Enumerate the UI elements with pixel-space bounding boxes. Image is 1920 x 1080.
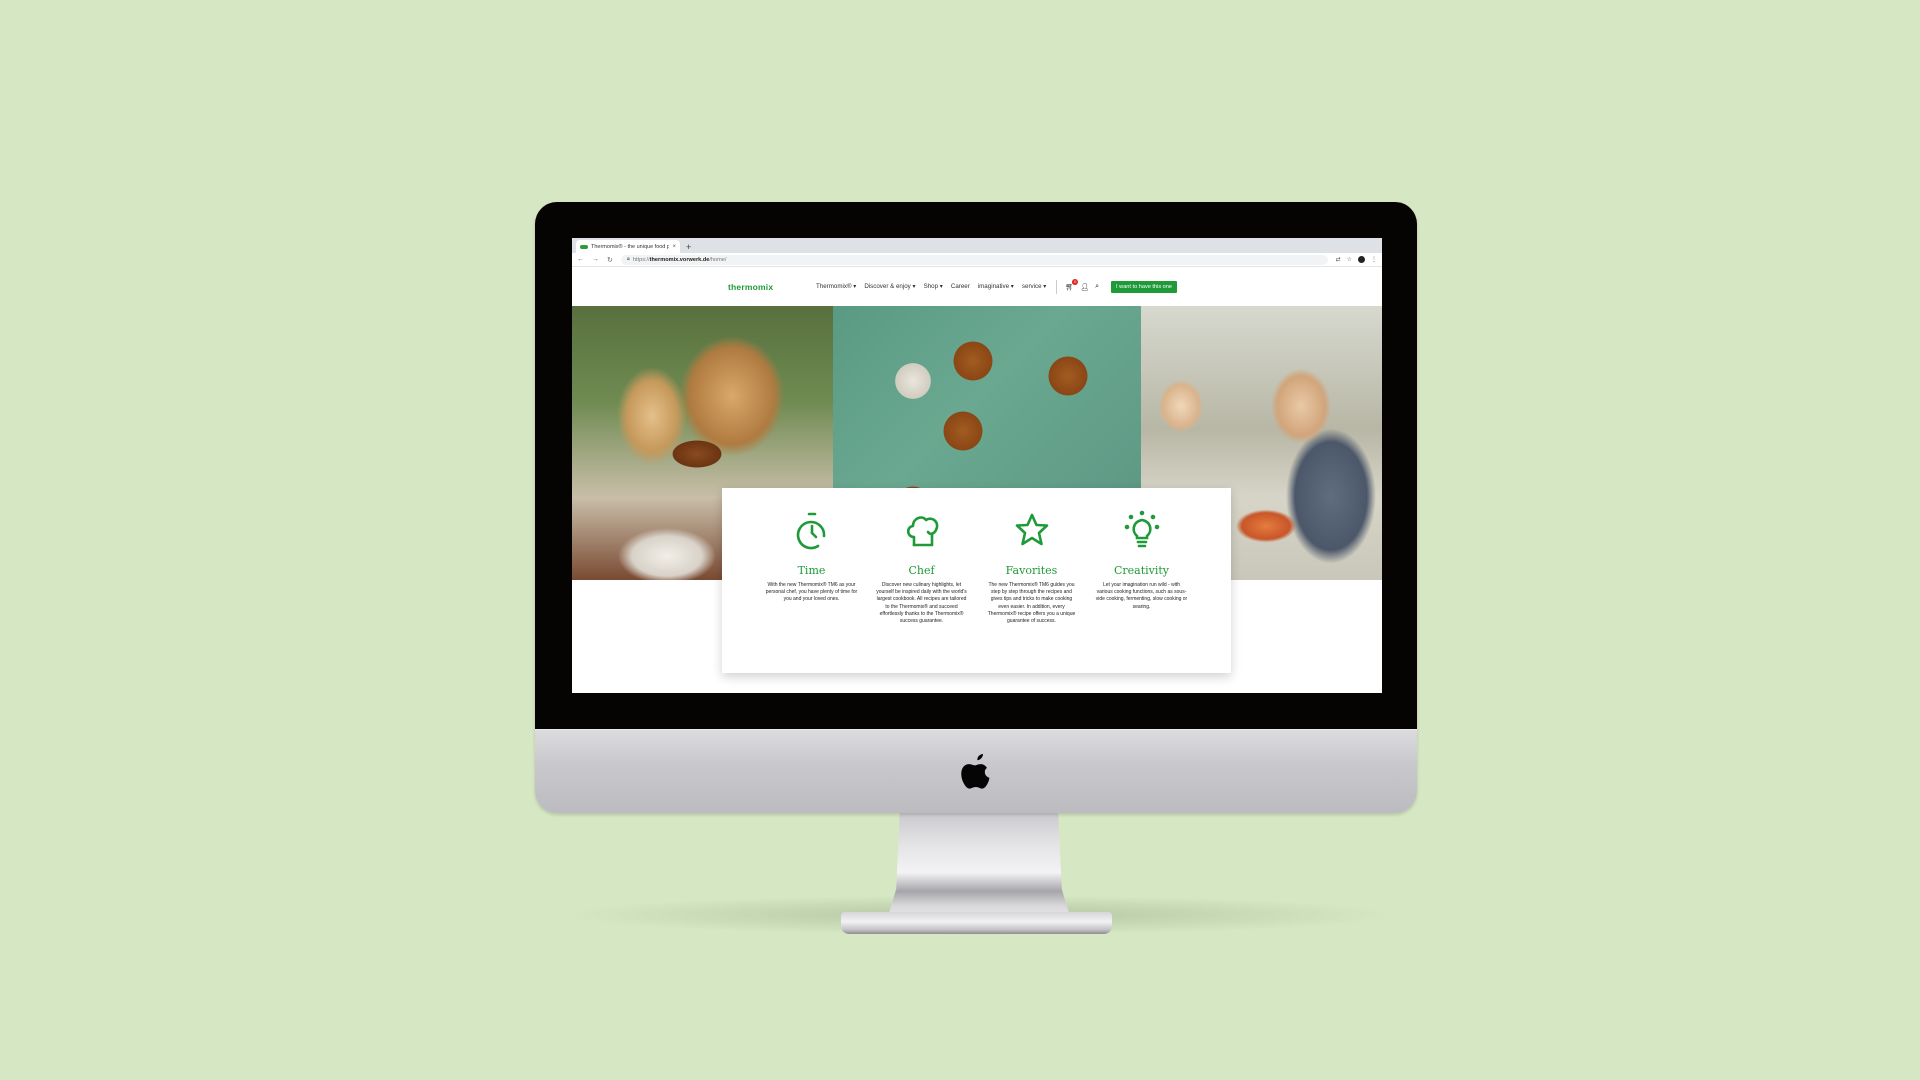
back-arrow-icon[interactable]: ← — [577, 256, 584, 263]
feature-title: Favorites — [1005, 564, 1058, 577]
user-icon[interactable]: 👤︎ — [1080, 283, 1089, 291]
browser-tab-bar: Thermomix® - the unique food processor ×… — [572, 238, 1382, 253]
lock-icon: 🔒︎ — [626, 256, 630, 262]
feature-text: Discover new culinary highlights, let yo… — [876, 582, 967, 625]
nav-shop[interactable]: Shop ▾ — [924, 283, 943, 290]
main-nav: Thermomix® ▾ Discover & enjoy ▾ Shop ▾ C… — [816, 283, 1046, 290]
url-input[interactable]: 🔒︎ https://thermomix.vorwerk.de/home/ — [620, 254, 1328, 265]
feature-creativity: Creativity Let your imagination run wild… — [1087, 510, 1197, 673]
star-icon — [1015, 513, 1048, 546]
tab-title: Thermomix® - the unique food processor — [591, 243, 670, 250]
feature-text: The new Thermomix® TM6 guides you step b… — [987, 582, 1076, 625]
feature-time: Time With the new Thermomix® TM6 as your… — [757, 510, 867, 673]
thermomix-favicon-icon — [580, 244, 588, 249]
new-tab-button[interactable]: + — [686, 241, 691, 253]
translate-icon[interactable]: ⇄ — [1336, 256, 1341, 263]
close-tab-icon[interactable]: × — [672, 244, 676, 250]
nav-thermomix[interactable]: Thermomix® ▾ — [816, 283, 856, 290]
apple-logo-icon — [961, 754, 990, 789]
cart-icon[interactable]: 🛒︎ 0 — [1065, 278, 1079, 291]
forward-arrow-icon[interactable]: → — [592, 256, 599, 263]
thermomix-logo[interactable]: thermomix — [728, 282, 816, 292]
nav-career[interactable]: Career — [951, 283, 970, 290]
bookmark-star-icon[interactable]: ☆ — [1347, 256, 1352, 263]
browser-tab[interactable]: Thermomix® - the unique food processor × — [576, 240, 680, 253]
cta-button[interactable]: I want to have this one — [1111, 280, 1178, 293]
nav-imaginative[interactable]: imaginative ▾ — [978, 283, 1014, 290]
browser-window: Thermomix® - the unique food processor ×… — [572, 238, 1382, 693]
nav-discover-enjoy[interactable]: Discover & enjoy ▾ — [864, 283, 915, 290]
url-path: /home/ — [709, 256, 727, 263]
url-host: thermomix.vorwerk.de — [649, 256, 710, 263]
nav-service[interactable]: service ▾ — [1022, 283, 1046, 290]
lightbulb-icon — [1124, 510, 1159, 548]
feature-favorites: Favorites The new Thermomix® TM6 guides … — [977, 510, 1087, 673]
kebab-menu-icon[interactable]: ⋮ — [1371, 256, 1377, 263]
chef-hat-icon — [906, 516, 938, 547]
feature-text: Let your imagination run wild - with var… — [1095, 582, 1188, 610]
feature-title: Time — [797, 564, 826, 577]
cart-count-badge: 0 — [1072, 278, 1079, 285]
url-scheme: https:// — [632, 256, 650, 263]
stopwatch-icon — [796, 512, 825, 550]
imac-stand — [889, 812, 1069, 922]
imac-stand-base — [841, 912, 1112, 934]
feature-text: With the new Thermomix® TM6 as your pers… — [765, 582, 858, 603]
feature-chef: Chef Discover new culinary highlights, l… — [867, 510, 977, 673]
profile-avatar-icon[interactable] — [1358, 256, 1365, 263]
address-bar-row: ← → ↻ 🔒︎ https://thermomix.vorwerk.de/ho… — [572, 253, 1382, 267]
search-icon[interactable]: ⌕ — [1095, 283, 1099, 291]
features-card: Time With the new Thermomix® TM6 as your… — [722, 488, 1231, 673]
feature-title: Chef — [908, 564, 935, 577]
reload-icon[interactable]: ↻ — [607, 256, 613, 264]
site-header: thermomix Thermomix® ▾ Discover & enjoy … — [572, 267, 1382, 306]
nav-divider — [1056, 279, 1058, 294]
feature-title: Creativity — [1113, 564, 1170, 577]
